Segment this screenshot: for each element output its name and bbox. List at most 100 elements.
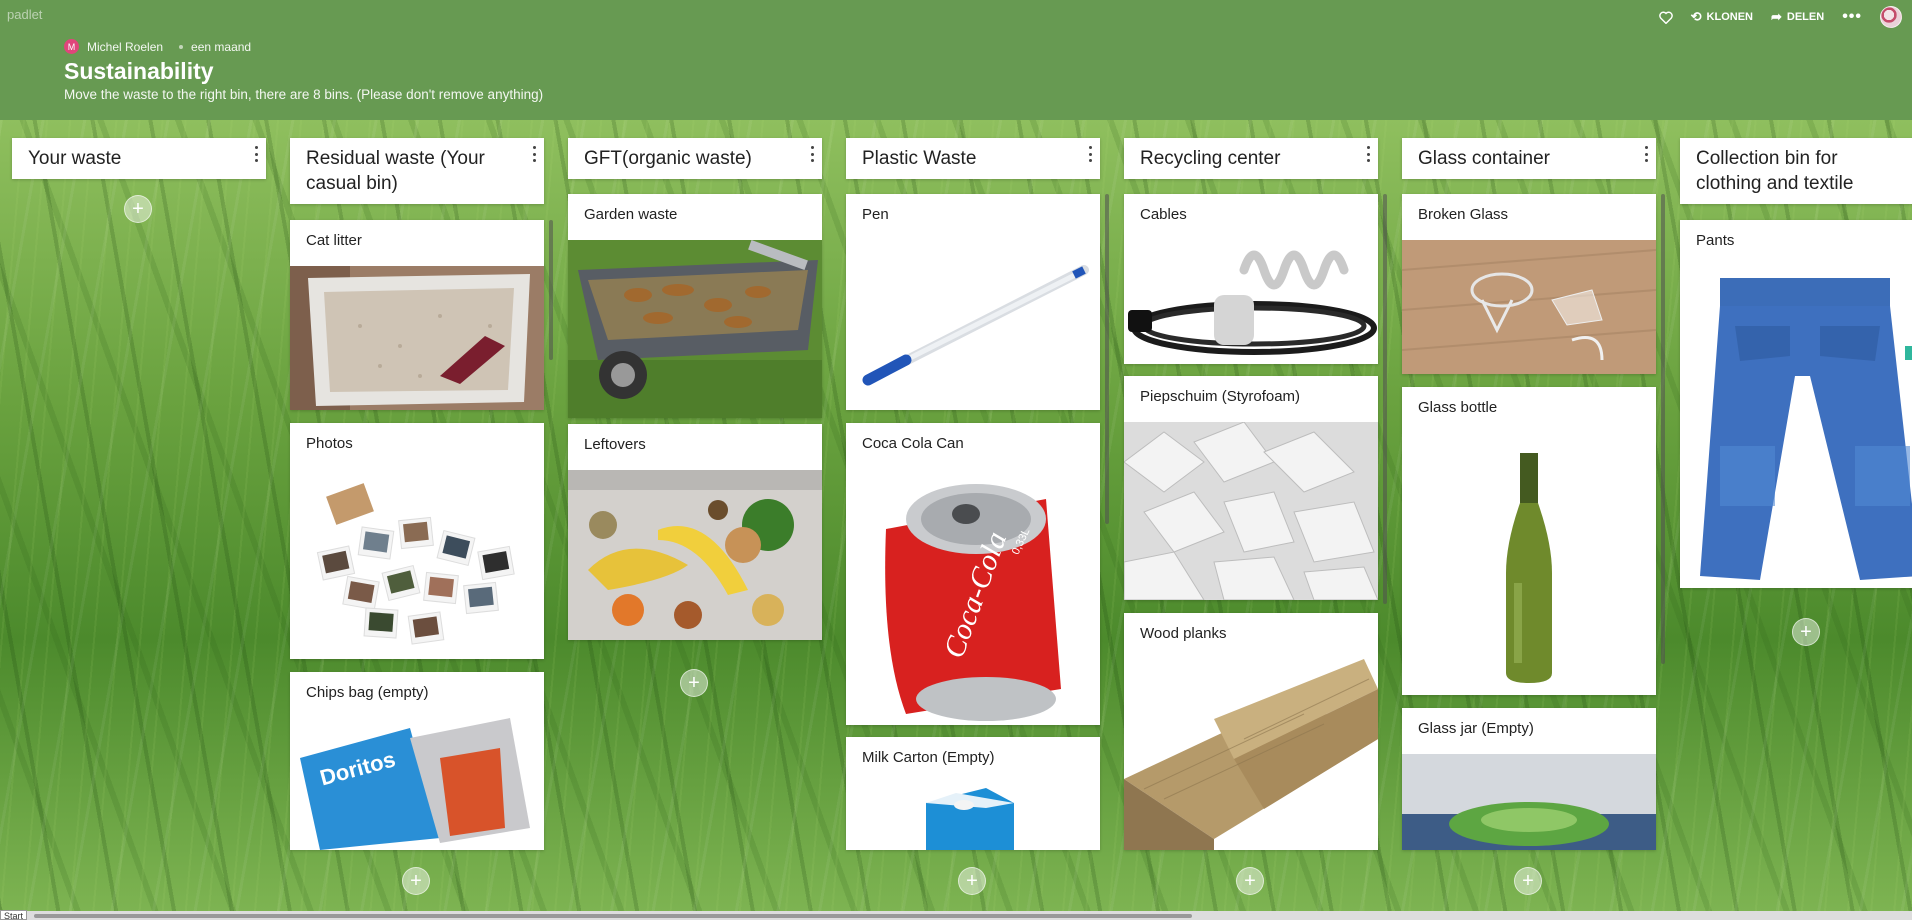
post-card[interactable]: Glass jar (Empty) bbox=[1402, 708, 1656, 850]
column-gft: GFT(organic waste) bbox=[568, 138, 822, 179]
cables-image bbox=[1124, 240, 1378, 364]
column-title: GFT(organic waste) bbox=[584, 148, 752, 169]
taskbar: Start bbox=[0, 910, 1912, 920]
column-title: Residual waste (Your casual bin) bbox=[306, 148, 485, 194]
column-menu-icon[interactable] bbox=[807, 144, 817, 164]
more-button[interactable]: ••• bbox=[1842, 8, 1862, 26]
column-scrollbar[interactable] bbox=[1661, 194, 1665, 664]
post-title: Garden waste bbox=[584, 206, 678, 223]
add-post-button[interactable]: + bbox=[1514, 867, 1542, 895]
post-card[interactable]: Leftovers bbox=[568, 424, 822, 640]
column-title: Plastic Waste bbox=[862, 148, 977, 169]
column-glass-container: Glass container bbox=[1402, 138, 1656, 179]
post-card[interactable]: Pants bbox=[1680, 220, 1912, 588]
column-header: GFT(organic waste) bbox=[568, 138, 822, 179]
header-actions: ⟲ KLONEN ➦ DELEN ••• bbox=[1641, 6, 1902, 28]
author-name[interactable]: Michel Roelen bbox=[87, 40, 163, 54]
garden-waste-image bbox=[568, 240, 822, 418]
column-menu-icon[interactable] bbox=[251, 144, 261, 164]
column-menu-icon[interactable] bbox=[1085, 144, 1095, 164]
share-icon: ➦ bbox=[1771, 9, 1782, 24]
post-title: Wood planks bbox=[1140, 625, 1227, 642]
column-menu-icon[interactable] bbox=[1363, 144, 1373, 164]
post-title: Piepschuim (Styrofoam) bbox=[1140, 388, 1301, 405]
column-recycling-center: Recycling center bbox=[1124, 138, 1378, 179]
broken-glass-image bbox=[1402, 240, 1656, 374]
column-scrollbar[interactable] bbox=[1383, 194, 1387, 604]
horizontal-scrollbar[interactable] bbox=[34, 914, 1192, 918]
glass-jar-image bbox=[1402, 754, 1656, 850]
leftovers-image bbox=[568, 470, 822, 640]
styrofoam-image bbox=[1124, 422, 1378, 600]
post-card[interactable]: Piepschuim (Styrofoam) bbox=[1124, 376, 1378, 600]
share-button[interactable]: ➦ DELEN bbox=[1771, 9, 1824, 25]
share-label: DELEN bbox=[1786, 11, 1825, 23]
author-info: M Michel Roelen een maand bbox=[64, 39, 251, 54]
post-title: Pants bbox=[1696, 232, 1735, 249]
column-header: Collection bin for clothing and textile bbox=[1680, 138, 1912, 204]
glass-bottle-image bbox=[1402, 433, 1656, 695]
clone-button[interactable]: ⟲ KLONEN bbox=[1691, 9, 1753, 25]
pen-image bbox=[846, 240, 1100, 410]
post-card[interactable]: Broken Glass bbox=[1402, 194, 1656, 374]
post-card[interactable]: Garden waste bbox=[568, 194, 822, 418]
post-card[interactable]: Cat litter bbox=[290, 220, 544, 410]
padlet-header: padlet M Michel Roelen een maand Sustain… bbox=[0, 0, 1912, 120]
page-title: Sustainability bbox=[64, 58, 214, 84]
add-post-button[interactable]: + bbox=[402, 867, 430, 895]
post-card[interactable]: Pen bbox=[846, 194, 1100, 410]
add-post-button[interactable]: + bbox=[124, 195, 152, 223]
column-plastic-waste: Plastic Waste bbox=[846, 138, 1100, 179]
padlet-logo[interactable]: padlet bbox=[7, 7, 42, 22]
column-title: Recycling center bbox=[1140, 148, 1281, 169]
more-icon: ••• bbox=[1842, 8, 1862, 25]
clone-label: KLONEN bbox=[1706, 11, 1753, 23]
chips-bag-image: Doritos bbox=[290, 718, 544, 850]
add-post-button[interactable]: + bbox=[680, 669, 708, 697]
post-title: Broken Glass bbox=[1418, 206, 1509, 223]
page-subtitle: Move the waste to the right bin, there a… bbox=[64, 87, 544, 102]
column-menu-icon[interactable] bbox=[1641, 144, 1651, 164]
column-header: Your waste bbox=[12, 138, 266, 179]
post-title: Pen bbox=[862, 206, 889, 223]
column-clothing-textile: Collection bin for clothing and textile bbox=[1680, 138, 1912, 204]
post-card[interactable]: Glass bottle bbox=[1402, 387, 1656, 695]
post-card[interactable]: Wood planks bbox=[1124, 613, 1378, 850]
milk-carton-image bbox=[846, 783, 1100, 850]
start-button[interactable]: Start bbox=[0, 910, 28, 920]
column-menu-icon[interactable] bbox=[529, 144, 539, 164]
like-button[interactable] bbox=[1658, 11, 1673, 24]
post-title: Photos bbox=[306, 435, 353, 452]
pants-image bbox=[1680, 266, 1912, 588]
post-card[interactable]: Chips bag (empty) Doritos bbox=[290, 672, 544, 850]
add-post-button[interactable]: + bbox=[1792, 618, 1820, 646]
post-card[interactable]: Milk Carton (Empty) bbox=[846, 737, 1100, 850]
coca-cola-can-image: Coca-Cola 0,33L bbox=[846, 469, 1100, 725]
column-your-waste: Your waste bbox=[12, 138, 266, 179]
user-avatar[interactable] bbox=[1880, 6, 1902, 28]
post-card[interactable]: Photos bbox=[290, 423, 544, 659]
post-title: Leftovers bbox=[584, 436, 646, 453]
separator-dot bbox=[179, 44, 184, 49]
post-title: Cables bbox=[1140, 206, 1187, 223]
post-title: Milk Carton (Empty) bbox=[862, 749, 995, 766]
post-card[interactable]: Cables bbox=[1124, 194, 1378, 364]
post-title: Chips bag (empty) bbox=[306, 684, 429, 701]
column-header: Glass container bbox=[1402, 138, 1656, 179]
wood-planks-image bbox=[1124, 659, 1378, 850]
add-post-button[interactable]: + bbox=[1236, 867, 1264, 895]
post-card[interactable]: Coca Cola Can Coca-Cola 0,33L bbox=[846, 423, 1100, 725]
author-avatar[interactable]: M bbox=[64, 39, 79, 54]
column-title: Glass container bbox=[1418, 148, 1551, 169]
column-scrollbar[interactable] bbox=[1105, 194, 1109, 524]
column-header: Residual waste (Your casual bin) bbox=[290, 138, 544, 204]
column-header: Recycling center bbox=[1124, 138, 1378, 179]
cat-litter-image bbox=[290, 266, 544, 410]
column-title: Your waste bbox=[28, 148, 122, 169]
post-title: Glass bottle bbox=[1418, 399, 1498, 416]
column-scrollbar[interactable] bbox=[549, 220, 553, 360]
post-time: een maand bbox=[191, 39, 252, 54]
add-post-button[interactable]: + bbox=[958, 867, 986, 895]
clone-icon: ⟲ bbox=[1690, 9, 1702, 24]
photos-image bbox=[290, 469, 544, 659]
